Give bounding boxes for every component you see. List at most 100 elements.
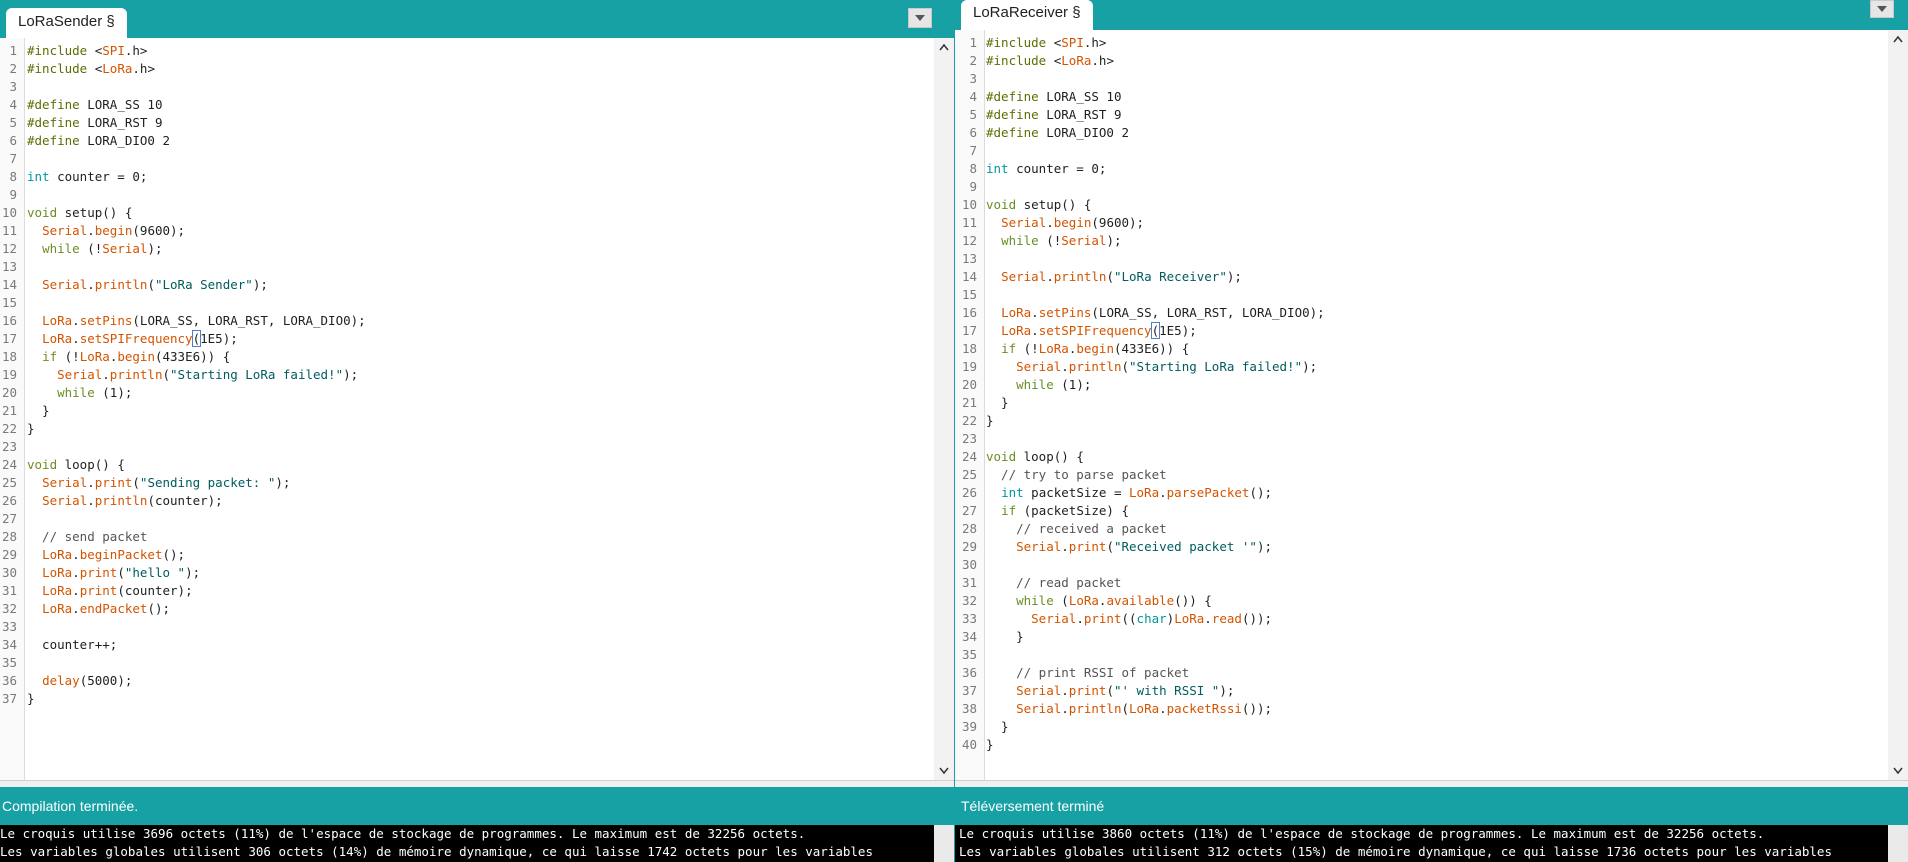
code-line[interactable]: 32 while (LoRa.available()) { (955, 592, 1888, 610)
code-line[interactable]: 25 // try to parse packet (955, 466, 1888, 484)
code-text: while (1); (57, 385, 133, 400)
code-line[interactable]: 33 (0, 618, 934, 636)
code-line[interactable]: 27 if (packetSize) { (955, 502, 1888, 520)
code-line[interactable]: 2 #include <LoRa.h> (0, 60, 934, 78)
code-line[interactable]: 15 (0, 294, 934, 312)
code-line[interactable]: 8 int counter = 0; (0, 168, 934, 186)
code-line[interactable]: 1 #include <SPI.h> (0, 42, 934, 60)
code-line[interactable]: 18 if (!LoRa.begin(433E6)) { (955, 340, 1888, 358)
code-line[interactable]: 8 int counter = 0; (955, 160, 1888, 178)
vertical-scrollbar[interactable] (934, 38, 954, 780)
code-text: } (986, 413, 994, 428)
code-line[interactable]: 3 (955, 70, 1888, 88)
code-line[interactable]: 11 Serial.begin(9600); (955, 214, 1888, 232)
code-line[interactable]: 10 void setup() { (0, 204, 934, 222)
code-editor[interactable]: 1 #include <SPI.h> 2 #include <LoRa.h> 3 4 #de… (955, 30, 1908, 780)
line-number: 31 (961, 575, 977, 590)
code-line[interactable]: 13 (0, 258, 934, 276)
code-line[interactable]: 34 counter++; (0, 636, 934, 654)
code-line[interactable]: 28 // send packet (0, 528, 934, 546)
code-text: #include <LoRa.h> (986, 53, 1114, 68)
code-line[interactable]: 17 LoRa.setSPIFrequency(1E5); (955, 322, 1888, 340)
code-line[interactable]: 12 while (!Serial); (955, 232, 1888, 250)
code-line[interactable]: 18 if (!LoRa.begin(433E6)) { (0, 348, 934, 366)
code-line[interactable]: 39 } (955, 718, 1888, 736)
code-line[interactable]: 7 (0, 150, 934, 168)
code-line[interactable]: 28 // received a packet (955, 520, 1888, 538)
code-text: void loop() { (986, 449, 1084, 464)
code-line[interactable]: 9 (0, 186, 934, 204)
tab-lorareceiver[interactable]: LoRaReceiver § (961, 0, 1093, 30)
code-line[interactable]: 25 Serial.print("Sending packet: "); (0, 474, 934, 492)
console-scrollbar[interactable] (1888, 825, 1908, 862)
line-number: 17 (961, 323, 977, 338)
tab-lorasender[interactable]: LoRaSender § (6, 8, 127, 38)
code-line[interactable]: 19 Serial.println("Starting LoRa failed!… (0, 366, 934, 384)
code-line[interactable]: 16 LoRa.setPins(LORA_SS, LORA_RST, LORA_… (0, 312, 934, 330)
code-line[interactable]: 37 Serial.print("' with RSSI "); (955, 682, 1888, 700)
code-line[interactable]: 9 (955, 178, 1888, 196)
code-line[interactable]: 22} (955, 412, 1888, 430)
code-editor[interactable]: 1 #include <SPI.h> 2 #include <LoRa.h> 3 4 #de… (0, 38, 954, 780)
code-line[interactable]: 31 // read packet (955, 574, 1888, 592)
code-line[interactable]: 2 #include <LoRa.h> (955, 52, 1888, 70)
tab-menu-button[interactable] (1870, 0, 1894, 18)
code-line[interactable]: 24 void loop() { (0, 456, 934, 474)
code-line[interactable]: 13 (955, 250, 1888, 268)
tab-menu-button[interactable] (908, 8, 932, 28)
code-line[interactable]: 20 while (1); (955, 376, 1888, 394)
code-line[interactable]: 7 (955, 142, 1888, 160)
code-line[interactable]: 36 delay(5000); (0, 672, 934, 690)
code-line[interactable]: 21 } (0, 402, 934, 420)
code-line[interactable]: 17 LoRa.setSPIFrequency(1E5); (0, 330, 934, 348)
code-line[interactable]: 22} (0, 420, 934, 438)
vertical-scrollbar[interactable] (1888, 30, 1908, 780)
code-line[interactable]: 26 int packetSize = LoRa.parsePacket(); (955, 484, 1888, 502)
code-line[interactable]: 4 #define LORA_SS 10 (955, 88, 1888, 106)
code-line[interactable]: 32 LoRa.endPacket(); (0, 600, 934, 618)
scroll-up-icon[interactable] (1892, 34, 1904, 46)
code-line[interactable]: 20 while (1); (0, 384, 934, 402)
code-line[interactable]: 6 #define LORA_DIO0 2 (0, 132, 934, 150)
code-line[interactable]: 23 (955, 430, 1888, 448)
code-line[interactable]: 14 Serial.println("LoRa Receiver"); (955, 268, 1888, 286)
code-line[interactable]: 35 (955, 646, 1888, 664)
code-line[interactable]: 11 Serial.begin(9600); (0, 222, 934, 240)
code-line[interactable]: 16 LoRa.setPins(LORA_SS, LORA_RST, LORA_… (955, 304, 1888, 322)
code-line[interactable]: 1 #include <SPI.h> (955, 34, 1888, 52)
code-line[interactable]: 35 (0, 654, 934, 672)
code-line[interactable]: 34 } (955, 628, 1888, 646)
code-line[interactable]: 27 (0, 510, 934, 528)
code-line[interactable]: 10 void setup() { (955, 196, 1888, 214)
line-number: 14 (1, 277, 17, 292)
code-text: } (986, 737, 994, 752)
code-line[interactable]: 21 } (955, 394, 1888, 412)
code-line[interactable]: 4 #define LORA_SS 10 (0, 96, 934, 114)
code-line[interactable]: 26 Serial.println(counter); (0, 492, 934, 510)
code-line[interactable]: 15 (955, 286, 1888, 304)
line-number: 12 (1, 241, 17, 256)
code-line[interactable]: 38 Serial.println(LoRa.packetRssi()); (955, 700, 1888, 718)
code-line[interactable]: 30 LoRa.print("hello "); (0, 564, 934, 582)
code-line[interactable]: 23 (0, 438, 934, 456)
code-line[interactable]: 5 #define LORA_RST 9 (0, 114, 934, 132)
code-line[interactable]: 5 #define LORA_RST 9 (955, 106, 1888, 124)
code-line[interactable]: 33 Serial.print((char)LoRa.read()); (955, 610, 1888, 628)
code-line[interactable]: 3 (0, 78, 934, 96)
scroll-up-icon[interactable] (938, 42, 950, 54)
code-line[interactable]: 40} (955, 736, 1888, 754)
console-scrollbar[interactable] (934, 825, 954, 862)
code-line[interactable]: 12 while (!Serial); (0, 240, 934, 258)
code-line[interactable]: 29 LoRa.beginPacket(); (0, 546, 934, 564)
code-line[interactable]: 30 (955, 556, 1888, 574)
code-line[interactable]: 19 Serial.println("Starting LoRa failed!… (955, 358, 1888, 376)
code-line[interactable]: 31 LoRa.print(counter); (0, 582, 934, 600)
scroll-down-icon[interactable] (938, 764, 950, 776)
code-line[interactable]: 6 #define LORA_DIO0 2 (955, 124, 1888, 142)
scroll-down-icon[interactable] (1892, 764, 1904, 776)
code-line[interactable]: 37} (0, 690, 934, 708)
code-line[interactable]: 29 Serial.print("Received packet '"); (955, 538, 1888, 556)
code-line[interactable]: 24 void loop() { (955, 448, 1888, 466)
code-line[interactable]: 36 // print RSSI of packet (955, 664, 1888, 682)
code-line[interactable]: 14 Serial.println("LoRa Sender"); (0, 276, 934, 294)
